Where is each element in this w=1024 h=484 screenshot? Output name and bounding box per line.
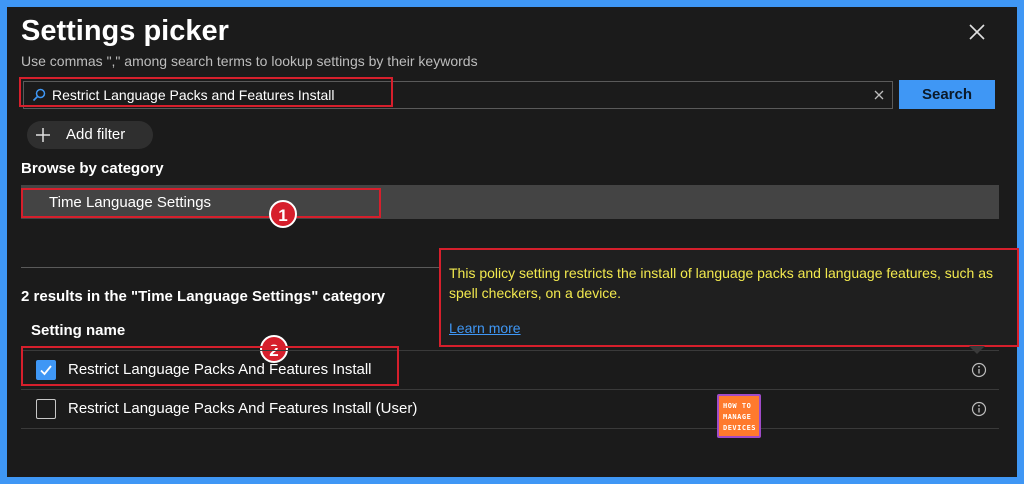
- watermark-line-1: HOW TO: [723, 402, 752, 410]
- category-label: Time Language Settings: [49, 194, 212, 211]
- watermark-line-2: MANAGE: [723, 413, 752, 421]
- dialog-title: Settings picker: [21, 15, 229, 47]
- setting-checkbox[interactable]: [36, 360, 56, 380]
- browse-heading: Browse by category: [21, 160, 164, 177]
- table-row[interactable]: Restrict Language Packs And Features Ins…: [21, 351, 999, 390]
- setting-name: Restrict Language Packs And Features Ins…: [68, 361, 372, 378]
- search-button[interactable]: Search: [899, 80, 995, 109]
- section-divider: [21, 267, 441, 268]
- results-heading: 2 results in the "Time Language Settings…: [21, 288, 386, 305]
- add-filter-button[interactable]: Add filter: [27, 121, 153, 149]
- table-row[interactable]: Restrict Language Packs And Features Ins…: [21, 390, 999, 429]
- callout-badge-1: 1: [269, 200, 297, 228]
- plus-icon: [35, 127, 51, 143]
- watermark-logo-inner: HOW TO MANAGE DEVICES: [719, 396, 759, 436]
- watermark-line-3: DEVICES: [723, 424, 757, 432]
- settings-picker-dialog: Settings picker Use commas "," among sea…: [7, 7, 1019, 477]
- search-input[interactable]: Restrict Language Packs and Features Ins…: [23, 81, 893, 109]
- column-header-setting-name: Setting name: [31, 322, 126, 339]
- setting-name: Restrict Language Packs And Features Ins…: [68, 400, 418, 417]
- tooltip-description: This policy setting restricts the instal…: [449, 265, 993, 301]
- info-icon[interactable]: [971, 362, 987, 378]
- setting-description-tooltip: This policy setting restricts the instal…: [439, 248, 1019, 347]
- setting-checkbox[interactable]: [36, 399, 56, 419]
- category-item-time-language-settings[interactable]: Time Language Settings: [21, 185, 999, 219]
- watermark-logo: HOW TO MANAGE DEVICES: [717, 394, 761, 438]
- tooltip-pointer: [969, 346, 985, 354]
- search-input-value: Restrict Language Packs and Features Ins…: [52, 87, 335, 103]
- close-icon[interactable]: [965, 20, 989, 44]
- learn-more-link[interactable]: Learn more: [449, 320, 521, 336]
- search-icon: [32, 88, 46, 102]
- add-filter-label: Add filter: [66, 126, 126, 143]
- info-icon[interactable]: [971, 401, 987, 417]
- dialog-subtitle: Use commas "," among search terms to loo…: [21, 53, 478, 69]
- clear-search-icon[interactable]: [872, 88, 886, 102]
